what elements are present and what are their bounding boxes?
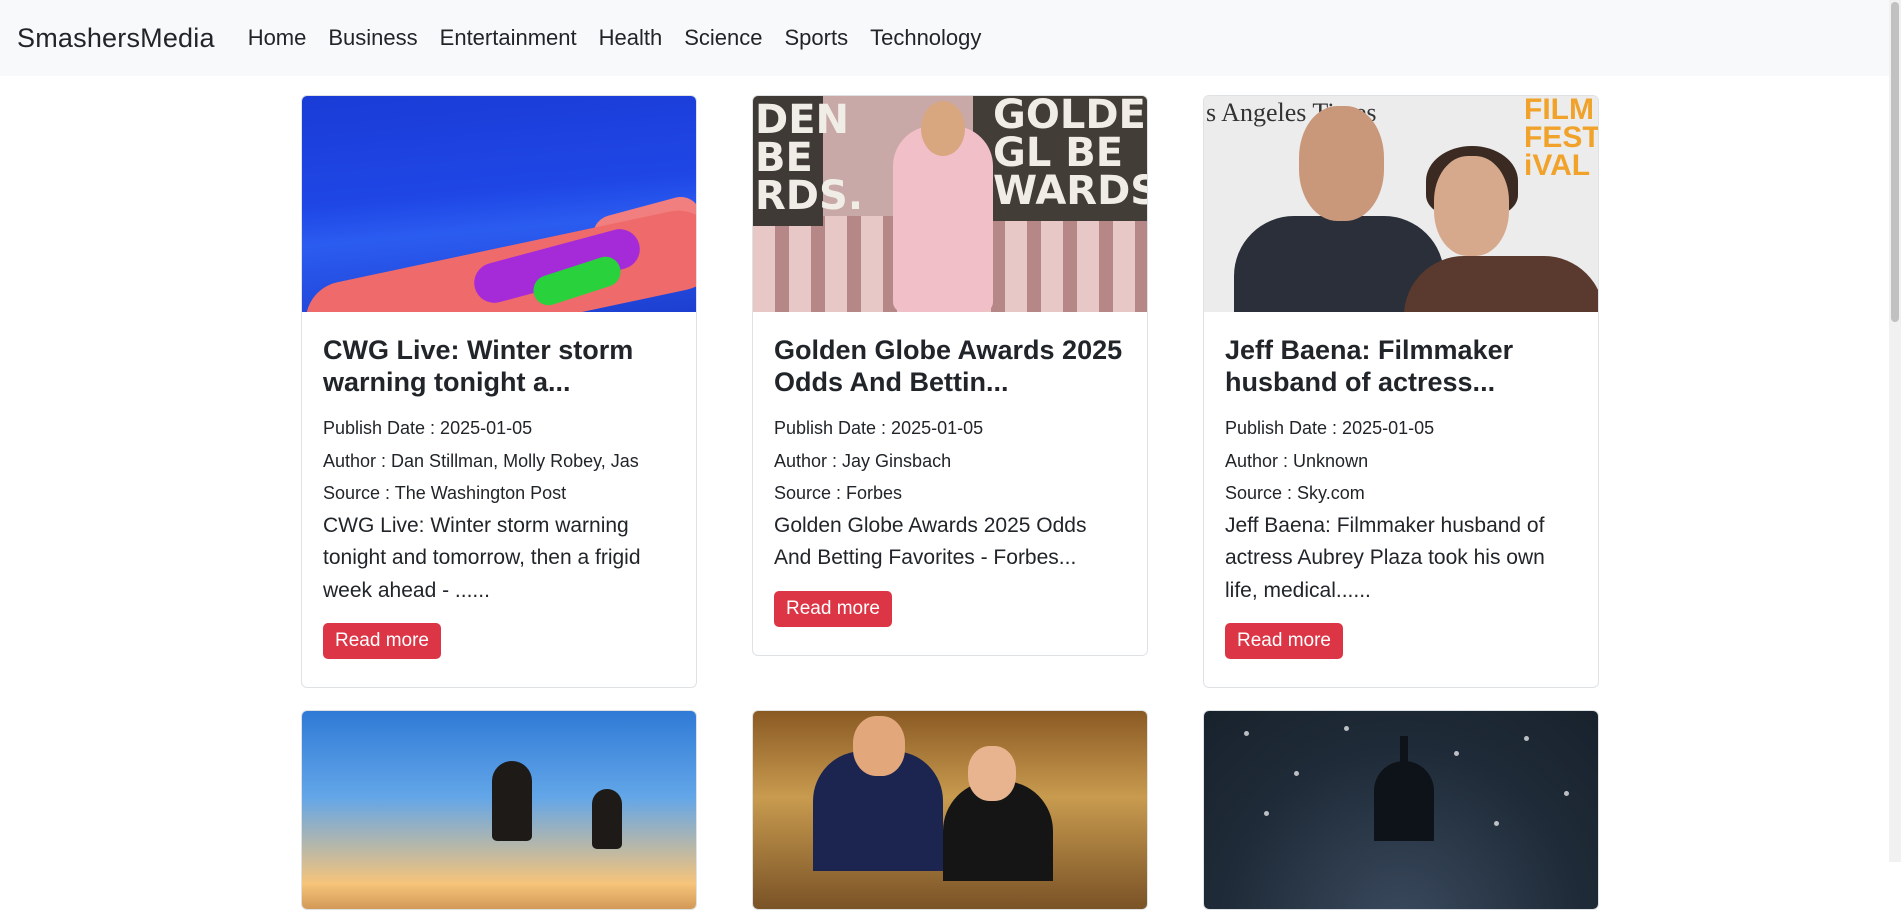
- news-card: DEN BE RDS. GOLDEN GL BE WARDS. Golden G…: [752, 95, 1148, 656]
- card-image-hikers[interactable]: [302, 711, 696, 909]
- card-title[interactable]: CWG Live: Winter storm warning tonight a…: [323, 334, 675, 398]
- awards-right-text: GOLDEN GL BE WARDS.: [993, 96, 1147, 214]
- page-scrollbar[interactable]: [1889, 0, 1901, 862]
- card-image-golden-globes[interactable]: DEN BE RDS. GOLDEN GL BE WARDS.: [753, 96, 1147, 312]
- nav-business[interactable]: Business: [328, 25, 417, 51]
- publish-date: Publish Date : 2025-01-05: [774, 418, 984, 438]
- awards-left-text: DEN BE RDS.: [755, 97, 864, 219]
- news-card: [1203, 710, 1599, 910]
- read-more-button[interactable]: Read more: [323, 623, 441, 659]
- nav-home[interactable]: Home: [248, 25, 307, 51]
- author: Author : Jay Ginsbach: [774, 450, 952, 471]
- read-more-button[interactable]: Read more: [774, 590, 892, 627]
- card-image-weather-map[interactable]: [302, 96, 696, 312]
- news-card: CWG Live: Winter storm warning tonight a…: [301, 95, 697, 688]
- festival-text: FILM FEST iVAL: [1524, 96, 1598, 182]
- read-more-button[interactable]: Read more: [1225, 623, 1343, 659]
- news-card: s Angeles Times FILM FEST iVAL Jeff Baen…: [1203, 95, 1599, 688]
- scrollbar-thumb[interactable]: [1891, 2, 1899, 322]
- source: Source : The Washington Post: [323, 483, 567, 503]
- card-image-capitol-snow[interactable]: [1204, 711, 1598, 909]
- excerpt: Jeff Baena: Filmmaker husband of actress…: [1225, 513, 1545, 602]
- nav-entertainment[interactable]: Entertainment: [440, 25, 577, 51]
- author: Author : Unknown: [1225, 450, 1369, 471]
- nav-science[interactable]: Science: [684, 25, 762, 51]
- brand-logo[interactable]: SmashersMedia: [17, 23, 215, 54]
- source: Source : Sky.com: [1225, 483, 1365, 503]
- publish-date: Publish Date : 2025-01-05: [323, 418, 533, 438]
- news-card: [752, 710, 1148, 910]
- card-title[interactable]: Jeff Baena: Filmmaker husband of actress…: [1225, 334, 1577, 398]
- card-image-couple[interactable]: s Angeles Times FILM FEST iVAL: [1204, 96, 1598, 312]
- card-image-politicians[interactable]: [753, 711, 1147, 909]
- nav-sports[interactable]: Sports: [785, 25, 849, 51]
- news-card: [301, 710, 697, 910]
- card-title[interactable]: Golden Globe Awards 2025 Odds And Bettin…: [774, 334, 1126, 398]
- publish-date: Publish Date : 2025-01-05: [1225, 418, 1435, 438]
- excerpt: CWG Live: Winter storm warning tonight a…: [323, 513, 641, 602]
- top-navbar: SmashersMedia Home Business Entertainmen…: [0, 0, 1901, 76]
- excerpt: Golden Globe Awards 2025 Odds And Bettin…: [774, 513, 1087, 570]
- nav-technology[interactable]: Technology: [870, 25, 981, 51]
- author: Author : Dan Stillman, Molly Robey, Jas: [323, 450, 639, 471]
- source: Source : Forbes: [774, 483, 903, 503]
- nav-health[interactable]: Health: [599, 25, 663, 51]
